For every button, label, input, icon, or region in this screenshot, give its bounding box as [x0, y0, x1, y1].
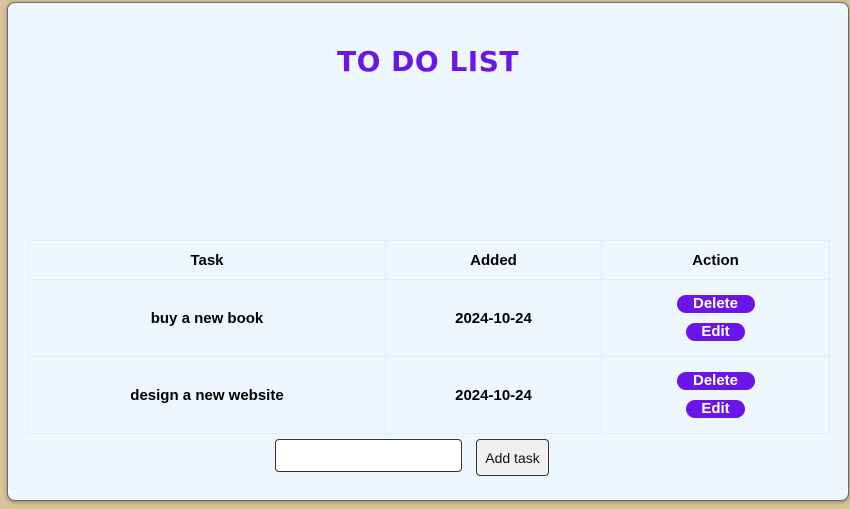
todo-panel: TO DO LIST Task Added Action buy a new b…: [7, 2, 849, 501]
row-actions: Delete Edit: [602, 372, 829, 418]
column-header-action: Action: [601, 240, 830, 280]
column-header-added: Added: [385, 240, 602, 280]
table-row: design a new website 2024-10-24 Delete E…: [28, 356, 830, 434]
table-row: buy a new book 2024-10-24 Delete Edit: [28, 279, 830, 357]
action-cell: Delete Edit: [601, 279, 830, 357]
task-cell: design a new website: [28, 356, 386, 434]
tasks-table: Task Added Action buy a new book 2024-10…: [28, 240, 830, 434]
added-date-cell: 2024-10-24: [385, 356, 602, 434]
added-date-cell: 2024-10-24: [385, 279, 602, 357]
task-input[interactable]: [275, 439, 462, 472]
page-title: TO DO LIST: [337, 45, 519, 78]
table-header-row: Task Added Action: [28, 240, 830, 280]
row-actions: Delete Edit: [602, 295, 829, 341]
edit-button[interactable]: Edit: [686, 400, 745, 418]
delete-button[interactable]: Delete: [676, 295, 755, 313]
delete-button[interactable]: Delete: [676, 372, 755, 390]
action-cell: Delete Edit: [601, 356, 830, 434]
edit-button[interactable]: Edit: [686, 323, 745, 341]
add-task-button[interactable]: Add task: [476, 439, 549, 476]
add-task-form: Add task: [8, 439, 848, 476]
column-header-task: Task: [28, 240, 386, 280]
task-cell: buy a new book: [28, 279, 386, 357]
